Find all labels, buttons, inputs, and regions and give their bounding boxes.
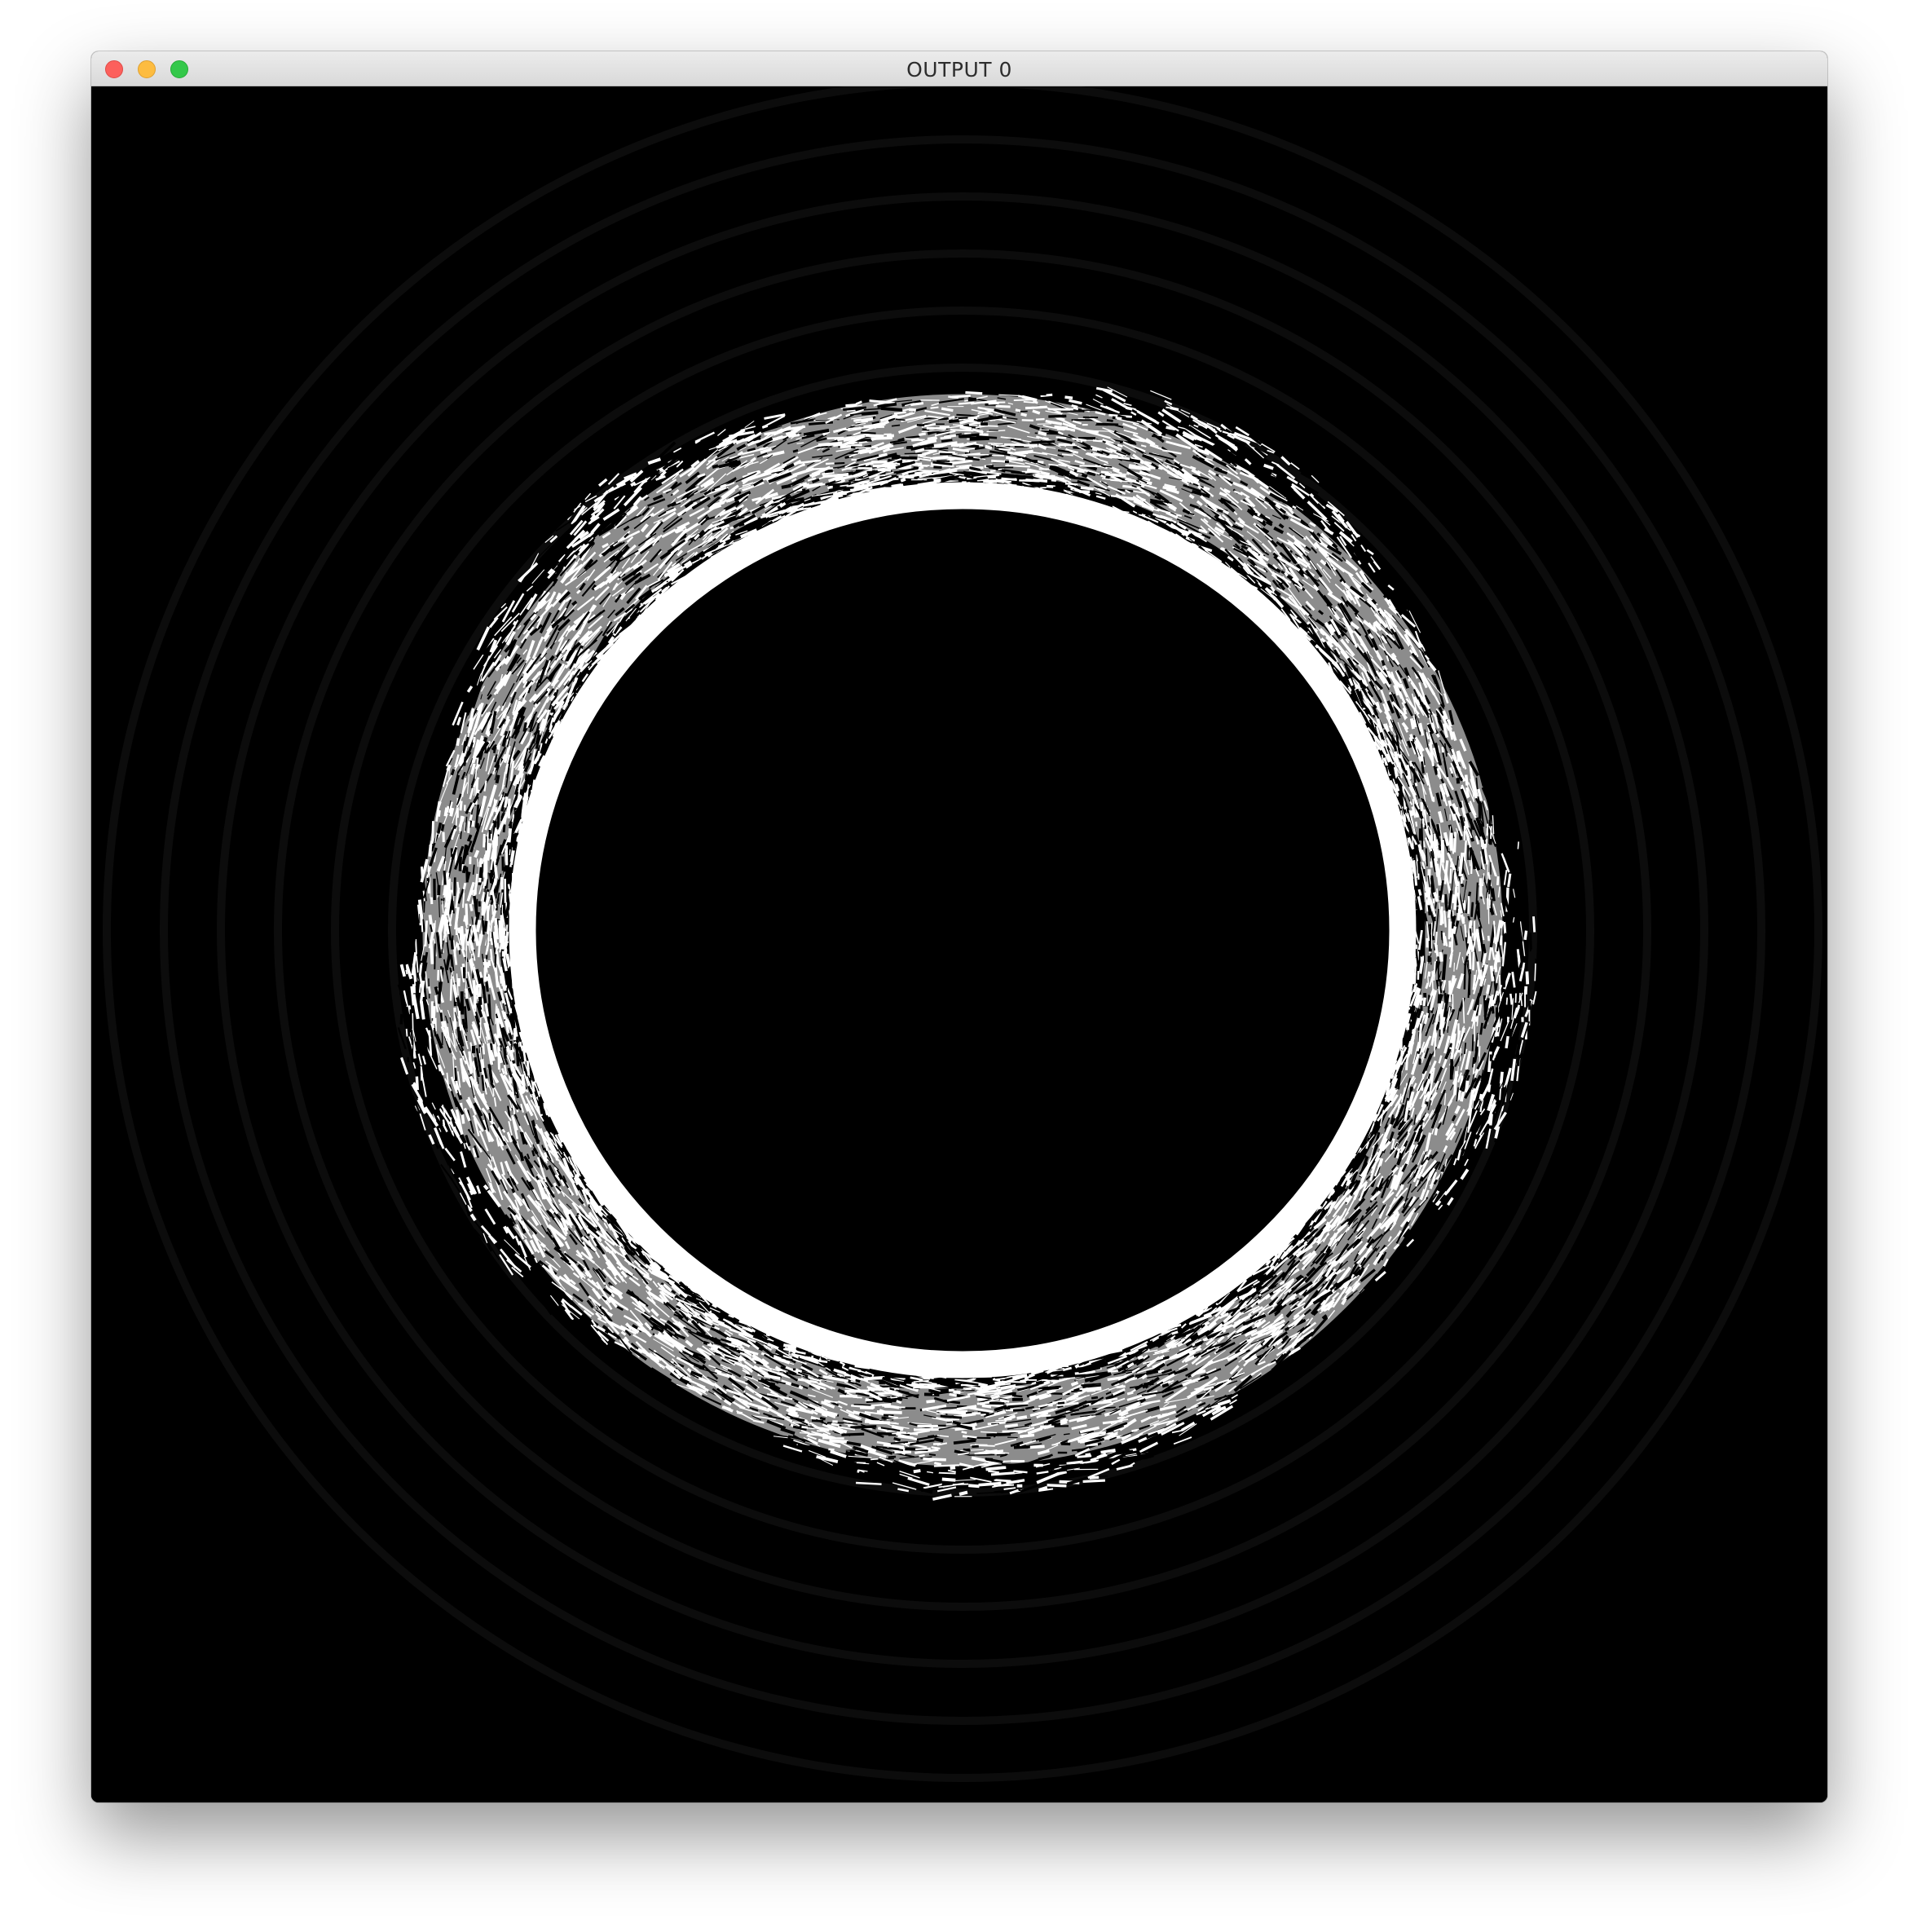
window-title: OUTPUT 0 [906, 58, 1012, 82]
title-bar[interactable]: OUTPUT 0 [91, 51, 1827, 86]
ring-hole [538, 510, 1387, 1350]
render-canvas[interactable] [91, 86, 1827, 1802]
output-window: OUTPUT 0 [91, 51, 1827, 1802]
ring-graphic [91, 86, 1827, 1802]
